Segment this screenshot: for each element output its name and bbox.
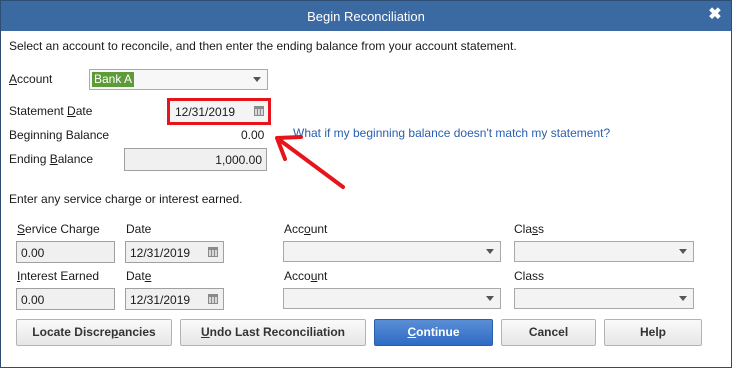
service-date-input[interactable]: 12/31/2019 xyxy=(125,241,224,263)
service-charge-label: Service Charge xyxy=(17,222,100,236)
service-account-label: Account xyxy=(284,222,328,236)
locate-discrepancies-button[interactable]: Locate Discrepancies xyxy=(16,319,172,346)
service-charge-input[interactable]: 0.00 xyxy=(16,241,115,263)
begin-reconciliation-dialog: Begin Reconciliation ✖ Select an account… xyxy=(0,0,732,368)
window-title: Begin Reconciliation xyxy=(307,9,425,24)
interest-account-dropdown[interactable] xyxy=(283,288,501,309)
beginning-balance-value: 0.00 xyxy=(241,128,265,142)
statement-date-label: Statement Date xyxy=(9,104,93,118)
interest-class-label: Class xyxy=(514,269,545,283)
service-charge-prompt: Enter any service charge or interest ear… xyxy=(9,192,243,206)
ending-balance-input[interactable]: 1,000.00 xyxy=(124,148,267,171)
undo-last-reconciliation-button[interactable]: Undo Last Reconciliation xyxy=(180,319,366,346)
chevron-down-icon xyxy=(679,249,687,254)
interest-account-label: Account xyxy=(284,269,328,283)
account-label: Account xyxy=(9,72,53,86)
interest-date-label: Date xyxy=(126,269,152,283)
calendar-icon[interactable] xyxy=(208,294,218,304)
cancel-button[interactable]: Cancel xyxy=(501,319,596,346)
calendar-icon[interactable] xyxy=(208,247,218,257)
service-class-label: Class xyxy=(514,222,545,236)
chevron-down-icon xyxy=(679,296,687,301)
account-dropdown[interactable]: Bank A xyxy=(89,69,268,90)
title-bar: Begin Reconciliation ✖ xyxy=(1,1,731,31)
help-button[interactable]: Help xyxy=(604,319,702,346)
service-date-label: Date xyxy=(126,222,152,236)
close-icon[interactable]: ✖ xyxy=(707,6,723,24)
interest-class-dropdown[interactable] xyxy=(514,288,694,309)
chevron-down-icon xyxy=(486,296,494,301)
annotation-arrow-icon xyxy=(275,135,345,189)
chevron-down-icon xyxy=(486,249,494,254)
statement-date-input[interactable]: 12/31/2019 xyxy=(167,98,271,125)
service-class-dropdown[interactable] xyxy=(514,241,694,262)
service-account-dropdown[interactable] xyxy=(283,241,501,262)
interest-earned-label: Interest Earned xyxy=(17,269,100,283)
instructions-text: Select an account to reconcile, and then… xyxy=(9,39,517,53)
beginning-balance-label: Beginning Balance xyxy=(9,128,110,142)
interest-earned-input[interactable]: 0.00 xyxy=(16,288,115,310)
interest-date-input[interactable]: 12/31/2019 xyxy=(125,288,224,310)
continue-button[interactable]: Continue xyxy=(374,319,493,346)
account-selected-value: Bank A xyxy=(92,72,135,87)
calendar-icon[interactable] xyxy=(254,106,264,116)
chevron-down-icon xyxy=(253,77,261,82)
ending-balance-label: Ending Balance xyxy=(9,152,94,166)
